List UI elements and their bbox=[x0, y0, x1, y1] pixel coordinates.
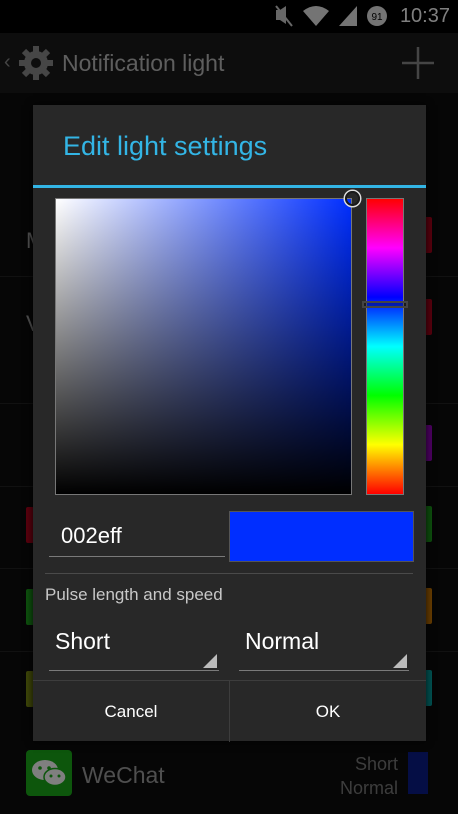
hue-slider[interactable] bbox=[366, 198, 404, 495]
title-divider bbox=[33, 185, 426, 188]
pulse-length-value: Short bbox=[55, 628, 110, 654]
pulse-label: Pulse length and speed bbox=[45, 585, 223, 604]
cancel-button[interactable]: Cancel bbox=[33, 681, 229, 742]
dropdown-arrow-icon bbox=[393, 654, 407, 668]
pulse-speed-dropdown[interactable]: Normal bbox=[239, 619, 409, 671]
section-divider bbox=[45, 573, 413, 574]
saturation-value-handle[interactable] bbox=[345, 191, 360, 206]
dialog-button-bar: Cancel OK bbox=[33, 680, 426, 742]
pulse-length-dropdown[interactable]: Short bbox=[49, 619, 219, 671]
hue-slider-handle[interactable] bbox=[362, 301, 408, 308]
ok-button[interactable]: OK bbox=[230, 681, 426, 742]
saturation-value-picker[interactable] bbox=[55, 198, 352, 495]
pulse-speed-value: Normal bbox=[245, 628, 320, 654]
color-preview-swatch bbox=[229, 511, 414, 562]
dialog-title: Edit light settings bbox=[63, 131, 268, 161]
edit-light-dialog: Edit light settings Pulse length and spe… bbox=[33, 105, 426, 742]
hex-color-input[interactable] bbox=[49, 511, 225, 557]
dropdown-arrow-icon bbox=[203, 654, 217, 668]
